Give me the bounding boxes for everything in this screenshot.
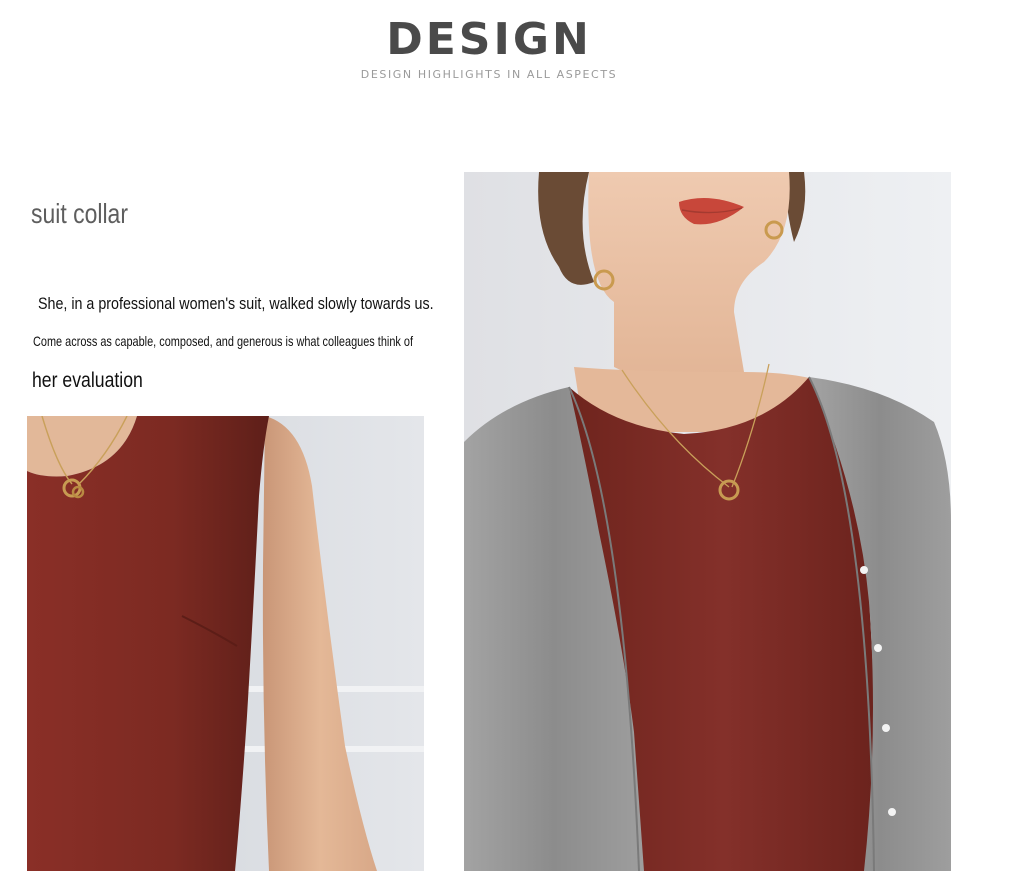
cardigan-outfit-photo — [464, 172, 951, 871]
description-line-1: She, in a professional women's suit, wal… — [38, 294, 434, 313]
description-line-2: Come across as capable, composed, and ge… — [33, 333, 413, 349]
page-title: DESIGN — [386, 14, 592, 65]
dress-detail-photo — [27, 416, 424, 871]
section-title: suit collar — [31, 198, 128, 229]
page-subtitle: DESIGN HIGHLIGHTS IN ALL ASPECTS — [360, 68, 618, 81]
description-line-3: her evaluation — [32, 369, 143, 392]
